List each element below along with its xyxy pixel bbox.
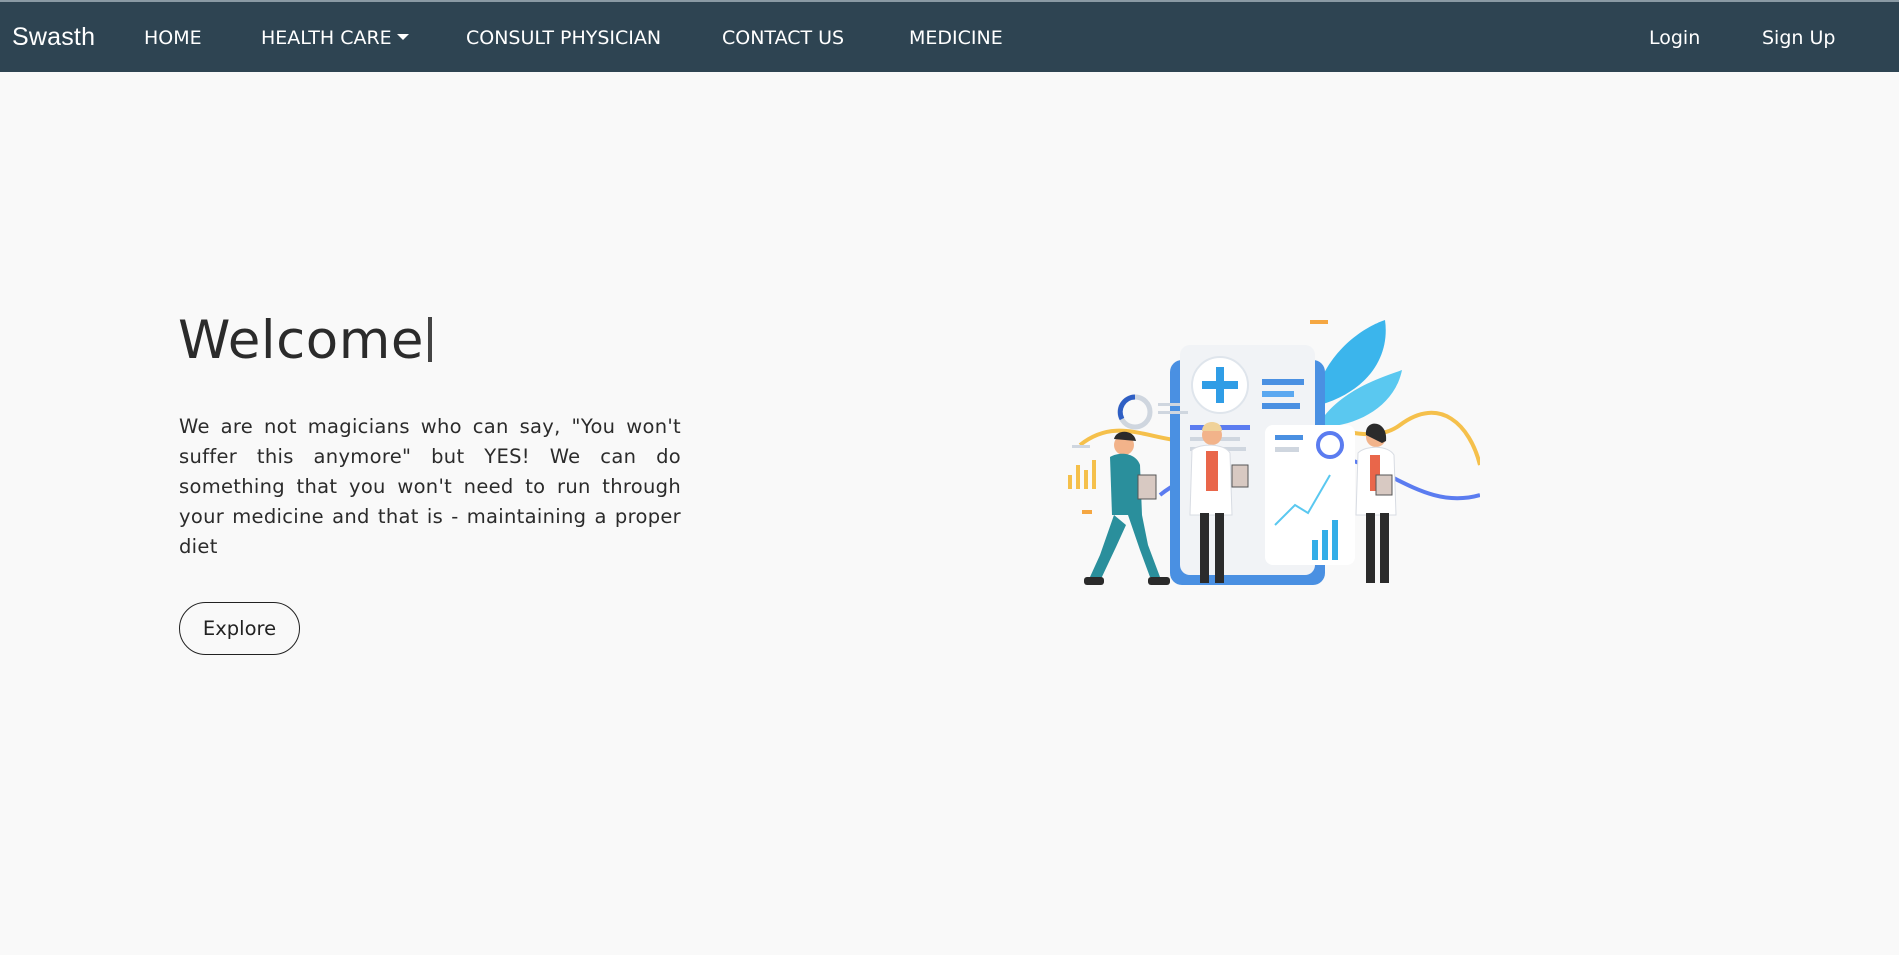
explore-button[interactable]: Explore [179, 602, 300, 655]
login-link[interactable]: Login [1649, 27, 1700, 49]
brand-logo[interactable]: Swasth [12, 23, 95, 52]
nav-medicine[interactable]: MEDICINE [909, 27, 1003, 49]
nav-consult-physician[interactable]: CONSULT PHYSICIAN [466, 27, 661, 49]
hero-title: Welcome [178, 310, 432, 371]
medical-team-illustration [1040, 315, 1480, 600]
nav-health-care-label: HEALTH CARE [261, 27, 392, 49]
nav-home[interactable]: HOME [144, 27, 202, 49]
signup-link[interactable]: Sign Up [1762, 27, 1835, 49]
top-navbar: Swasth HOME HEALTH CARE CONSULT PHYSICIA… [0, 0, 1899, 72]
nav-contact-us[interactable]: CONTACT US [722, 27, 844, 49]
hero-title-text: Welcome [178, 310, 424, 371]
hero-description: We are not magicians who can say, "You w… [179, 415, 681, 558]
caret-down-icon [396, 34, 409, 40]
typing-cursor [427, 317, 432, 362]
nav-health-care[interactable]: HEALTH CARE [261, 27, 409, 49]
